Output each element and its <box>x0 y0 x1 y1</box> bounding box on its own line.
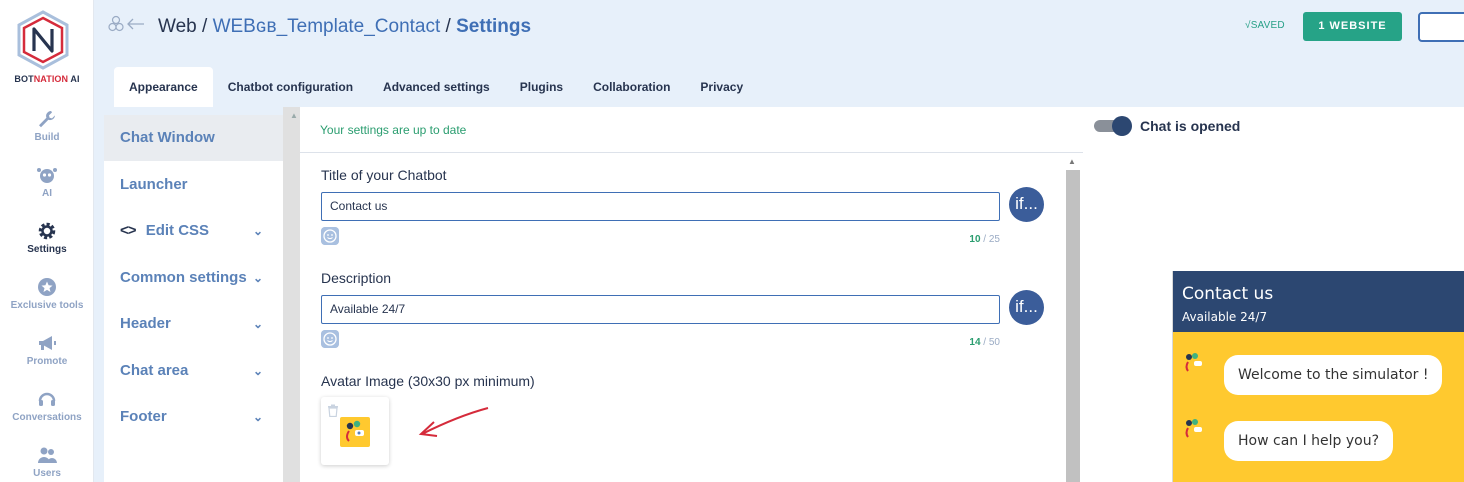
menu-item-label: Common settings <box>120 269 247 286</box>
left-rail: BOTNATION AI Build AI Settings Exclusive… <box>0 0 94 482</box>
menu-item-label: Chat Window <box>120 129 215 146</box>
rail-item-ai[interactable]: AI <box>0 164 94 199</box>
menu-item-chat-window[interactable]: Chat Window <box>104 115 283 161</box>
bot-avatar <box>1185 353 1202 372</box>
chat-opened-toggle[interactable] <box>1094 116 1132 136</box>
users-icon <box>38 447 57 463</box>
rail-label: Promote <box>26 356 68 367</box>
chevron-down-icon: ⌄ <box>252 410 263 424</box>
gear-icon <box>38 222 56 240</box>
breadcrumb: Web / WEBɢʙ_Template_Contact / Settings <box>158 16 531 38</box>
chevron-down-icon: ⌄ <box>252 364 263 378</box>
rail-label: Settings <box>27 244 67 255</box>
saved-status: √SAVED <box>1245 20 1285 31</box>
description-input[interactable]: Available 24/7 <box>321 295 1000 324</box>
menu-item-launcher[interactable]: Launcher <box>104 162 283 208</box>
chat-message: Welcome to the simulator ! <box>1224 355 1443 395</box>
divider <box>300 152 1083 153</box>
tab-plugins[interactable]: Plugins <box>505 67 578 107</box>
tab-collaboration[interactable]: Collaboration <box>578 67 685 107</box>
description-char-counter: 14 / 50 <box>969 337 1000 348</box>
emoji-icon[interactable] <box>321 227 339 245</box>
breadcrumb-project[interactable]: WEBɢʙ_Template_Contact <box>213 16 441 37</box>
rail-item-conversations[interactable]: Conversations <box>0 388 94 423</box>
robot-icon <box>37 168 57 183</box>
description-label: Description <box>321 270 392 286</box>
red-arrow-annotation <box>418 407 489 437</box>
menu-item-chat-area[interactable]: Chat area ⌄ <box>104 348 283 394</box>
menu-item-header[interactable]: Header ⌄ <box>104 301 283 347</box>
wrench-icon <box>39 111 55 128</box>
menu-item-label: Footer <box>120 408 167 425</box>
tab-chatbot-configuration[interactable]: Chatbot configuration <box>213 67 368 107</box>
trash-icon[interactable] <box>327 404 339 417</box>
rail-label: Users <box>33 468 61 479</box>
description-if-button[interactable]: if... <box>1009 290 1044 325</box>
settings-status: Your settings are up to date <box>320 123 467 137</box>
settings-menu: Chat Window Launcher <> Edit CSS ⌄ Common… <box>104 115 283 482</box>
menu-item-label: Edit CSS <box>145 222 210 239</box>
menu-scrollbar[interactable] <box>283 107 300 482</box>
title-label: Title of your Chatbot <box>321 167 447 183</box>
rail-label: Build <box>34 132 60 143</box>
chevron-down-icon: ⌄ <box>252 224 263 238</box>
toggle-knob <box>1112 116 1132 136</box>
chat-window-preview: Contact us Available 24/7 Welcome to the… <box>1172 271 1464 482</box>
app-root: BOTNATION AI Build AI Settings Exclusive… <box>0 0 1464 482</box>
rail-item-exclusive-tools[interactable]: Exclusive tools <box>0 276 94 311</box>
chevron-down-icon: ⌄ <box>252 317 263 331</box>
menu-item-label: Chat area <box>120 362 189 379</box>
rail-item-promote[interactable]: Promote <box>0 332 94 367</box>
breadcrumb-separator: / <box>440 16 457 37</box>
code-icon: <> <box>120 222 137 239</box>
avatar-image <box>340 417 370 447</box>
scroll-up-arrow-icon[interactable]: ▲ <box>1068 157 1076 166</box>
menu-item-edit-css[interactable]: <> Edit CSS ⌄ <box>104 208 283 254</box>
settings-tabs: Appearance Chatbot configuration Advance… <box>114 67 758 107</box>
chat-opened-label: Chat is opened <box>1140 118 1241 134</box>
form-scrollbar[interactable] <box>1066 170 1080 482</box>
menu-item-common-settings[interactable]: Common settings ⌄ <box>104 255 283 301</box>
brand-name: BOTNATION AI <box>14 74 80 84</box>
rail-label: Exclusive tools <box>10 300 84 311</box>
menu-item-label: Launcher <box>120 176 188 193</box>
tab-appearance[interactable]: Appearance <box>114 67 213 107</box>
botnation-logo[interactable] <box>17 10 69 70</box>
tab-privacy[interactable]: Privacy <box>685 67 758 107</box>
menu-item-label: Header <box>120 315 171 332</box>
rail-label: AI <box>42 188 52 199</box>
avatar-label: Avatar Image (30x30 px minimum) <box>321 373 535 389</box>
headset-icon <box>38 392 56 406</box>
tab-advanced-settings[interactable]: Advanced settings <box>368 67 505 107</box>
star-icon <box>38 278 56 296</box>
rail-item-settings[interactable]: Settings <box>0 220 94 255</box>
title-input[interactable]: Contact us <box>321 192 1000 221</box>
breadcrumb-separator: / <box>196 16 213 37</box>
rail-label: Conversations <box>12 412 82 423</box>
website-button[interactable]: 1 WEBSITE <box>1303 12 1402 41</box>
chat-title: Contact us <box>1182 284 1274 304</box>
chat-subtitle: Available 24/7 <box>1182 310 1268 324</box>
menu-item-footer[interactable]: Footer ⌄ <box>104 394 283 440</box>
title-char-counter: 10 / 25 <box>969 234 1000 245</box>
breadcrumb-root[interactable]: Web <box>158 16 197 37</box>
chat-header: Contact us Available 24/7 <box>1173 271 1464 332</box>
back-arrow-icon[interactable] <box>108 14 146 36</box>
rail-item-users[interactable]: Users <box>0 444 94 479</box>
megaphone-icon <box>39 336 56 350</box>
chevron-down-icon: ⌄ <box>252 271 263 285</box>
chat-message: How can I help you? <box>1224 421 1394 461</box>
scroll-up-arrow-icon[interactable]: ▲ <box>290 111 298 120</box>
rail-item-build[interactable]: Build <box>0 108 94 143</box>
header-outline-button[interactable] <box>1418 12 1464 42</box>
emoji-icon[interactable] <box>321 330 339 348</box>
title-if-button[interactable]: if... <box>1009 187 1044 222</box>
bot-avatar <box>1185 419 1202 438</box>
breadcrumb-current-page: Settings <box>456 16 532 37</box>
